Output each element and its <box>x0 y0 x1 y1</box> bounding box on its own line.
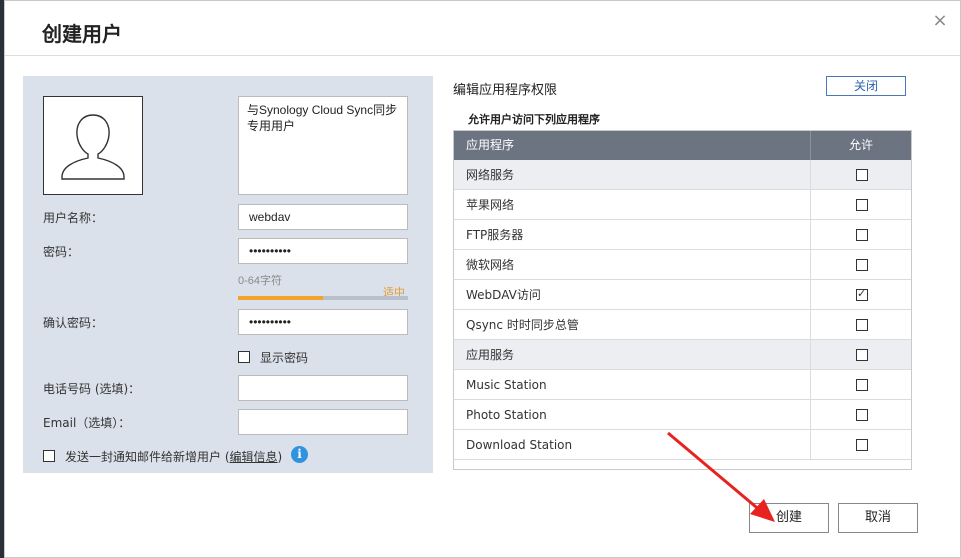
close-permissions-button[interactable]: 关闭 <box>826 76 906 96</box>
allow-checkbox[interactable] <box>856 349 868 361</box>
allow-checkbox[interactable] <box>856 287 868 301</box>
allow-cell <box>811 430 911 459</box>
table-row: 微软网络 <box>454 250 911 280</box>
app-name-cell: 苹果网络 <box>454 190 811 219</box>
permissions-subtitle: 允许用户访问下列应用程序 <box>468 113 600 126</box>
phone-input[interactable] <box>238 375 408 401</box>
app-name-cell: WebDAV访问 <box>454 280 811 309</box>
table-row: FTP服务器 <box>454 220 911 250</box>
permissions-table: 应用程序 允许 网络服务苹果网络FTP服务器微软网络WebDAV访问Qsync … <box>453 130 912 470</box>
allow-cell <box>811 310 911 339</box>
notify-email-checkbox[interactable] <box>43 450 55 462</box>
show-password-checkbox[interactable] <box>238 351 250 363</box>
allow-cell <box>811 280 911 309</box>
confirm-password-label: 确认密码： <box>43 316 104 330</box>
create-button[interactable]: 创建 <box>749 503 829 533</box>
password-input[interactable]: •••••••••• <box>238 238 408 264</box>
permissions-title: 编辑应用程序权限 <box>453 83 558 98</box>
table-row: Qsync 时时同步总管 <box>454 310 911 340</box>
app-name-cell: Qsync 时时同步总管 <box>454 310 811 339</box>
allow-cell <box>811 160 911 189</box>
phone-label: 电话号码 (选填)： <box>43 382 141 396</box>
title-divider <box>5 55 960 56</box>
allow-checkbox[interactable] <box>856 229 868 241</box>
allow-cell <box>811 340 911 369</box>
allow-cell <box>811 370 911 399</box>
description-field[interactable]: 与Synology Cloud Sync同步专用用户 <box>238 96 408 195</box>
app-name-cell: Music Station <box>454 370 811 399</box>
table-group-row: 网络服务 <box>454 160 911 190</box>
app-name-cell: Download Station <box>454 430 811 459</box>
allow-cell <box>811 400 911 429</box>
col-allow-header: 允许 <box>848 138 873 152</box>
password-strength-fill <box>238 296 323 300</box>
table-group-row: 应用服务 <box>454 340 911 370</box>
dialog-title: 创建用户 <box>42 22 122 46</box>
table-row: 苹果网络 <box>454 190 911 220</box>
user-silhouette-icon <box>61 114 125 180</box>
close-icon[interactable]: × <box>930 11 950 31</box>
col-app-header: 应用程序 <box>454 131 811 160</box>
app-name-cell: Photo Station <box>454 400 811 429</box>
email-label: Email（选填）： <box>43 416 131 430</box>
allow-cell <box>811 190 911 219</box>
show-password-label: 显示密码 <box>260 351 309 365</box>
allow-checkbox[interactable] <box>856 169 868 181</box>
table-row: Download Station <box>454 430 911 460</box>
cancel-button[interactable]: 取消 <box>838 503 918 533</box>
username-label: 用户名称： <box>43 211 104 225</box>
email-input[interactable] <box>238 409 408 435</box>
notify-email-label: 发送一封通知邮件给新增用户 (编辑信息) <box>65 448 282 465</box>
notify-prefix: 发送一封通知邮件给新增用户 ( <box>65 450 230 464</box>
allow-checkbox[interactable] <box>856 409 868 421</box>
table-row: WebDAV访问 <box>454 280 911 310</box>
app-name-cell: 网络服务 <box>454 160 811 189</box>
allow-checkbox[interactable] <box>856 199 868 211</box>
table-header: 应用程序 允许 <box>454 131 911 160</box>
password-strength-bar <box>238 296 408 300</box>
allow-checkbox[interactable] <box>856 319 868 331</box>
edit-message-link[interactable]: 编辑信息 <box>230 450 278 464</box>
app-name-cell: 微软网络 <box>454 250 811 279</box>
confirm-password-input[interactable]: •••••••••• <box>238 309 408 335</box>
notify-suffix: ) <box>277 450 283 464</box>
allow-cell <box>811 250 911 279</box>
allow-checkbox[interactable] <box>856 439 868 451</box>
app-name-cell: FTP服务器 <box>454 220 811 249</box>
app-name-cell: 应用服务 <box>454 340 811 369</box>
allow-checkbox[interactable] <box>856 379 868 391</box>
password-length-hint: 0-64字符 <box>238 275 283 287</box>
table-row: Music Station <box>454 370 911 400</box>
avatar[interactable] <box>43 96 143 195</box>
table-row: Photo Station <box>454 400 911 430</box>
username-input[interactable]: webdav <box>238 204 408 230</box>
allow-cell <box>811 220 911 249</box>
user-info-panel: 与Synology Cloud Sync同步专用用户 用户名称： webdav … <box>23 76 433 473</box>
info-icon[interactable]: i <box>291 446 308 463</box>
table-body: 网络服务苹果网络FTP服务器微软网络WebDAV访问Qsync 时时同步总管应用… <box>454 160 911 460</box>
allow-checkbox[interactable] <box>856 259 868 271</box>
password-label: 密码： <box>43 245 80 259</box>
